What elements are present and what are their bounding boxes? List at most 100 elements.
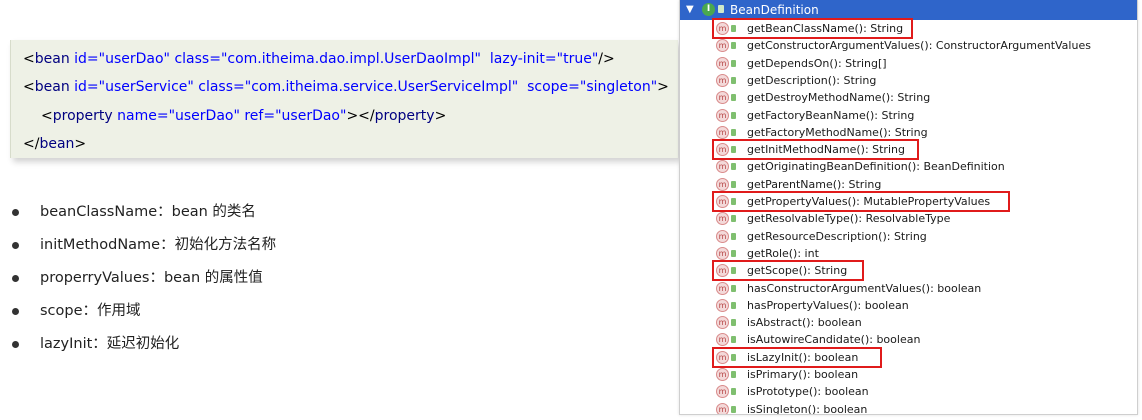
bullet-item: scope：作用域 [12,299,276,332]
public-lock-icon [731,111,736,119]
method-icon: m [716,246,729,260]
method-icon: m [716,316,729,330]
method-icon: m [716,125,729,139]
public-lock-icon [731,319,736,327]
bullet-item: beanClassName：bean 的类名 [12,200,276,233]
code-attr: ref= [244,108,276,124]
code-punct: > [74,136,87,152]
highlight-box [712,18,913,39]
bullet-item: lazyInit：延迟初始化 [12,332,276,365]
code-punct: < [41,108,53,124]
public-lock-icon [731,232,736,240]
code-line-3: <property name="userDao" ref="userDao"><… [41,108,446,124]
bullet-item: properryValues：bean 的属性值 [12,266,276,299]
bullet-text: scope：作用域 [40,303,141,319]
public-lock-icon [731,128,736,136]
bullet-text: beanClassName：bean 的类名 [40,204,256,220]
code-line-4: </bean> [23,136,86,152]
bullet-text: lazyInit：延迟初始化 [40,336,180,352]
code-attr: id= [74,51,99,67]
xml-code-block: <bean id="userDao" class="com.itheima.da… [10,40,678,158]
code-attr: id= [74,79,99,95]
method-signature: getDescription(): String [747,73,877,87]
code-attr: class= [174,51,221,67]
panel-header-row[interactable]: ▼ I BeanDefinition [680,0,1137,20]
public-lock-icon [718,5,724,13]
code-value: "singleton" [579,79,658,95]
method-signature: hasConstructorArgumentValues(): boolean [747,281,982,295]
code-punct: </ [23,136,40,152]
chevron-down-icon[interactable]: ▼ [686,0,694,20]
public-lock-icon [731,59,736,67]
structure-panel: ▼ I BeanDefinition m getBeanClassName(): … [679,0,1138,415]
public-lock-icon [731,388,736,396]
code-value: "true" [556,51,599,67]
bullet-dot-icon [12,308,19,315]
code-value: "userService" [98,79,194,95]
bullet-dot-icon [12,275,19,282]
code-attr: scope= [527,79,580,95]
code-line-1: <bean id="userDao" class="com.itheima.da… [23,51,615,67]
method-signature: hasPropertyValues(): boolean [747,298,909,312]
method-icon: m [716,160,729,174]
public-lock-icon [731,301,736,309]
code-value: "userDao" [168,108,240,124]
bullet-dot-icon [12,341,19,348]
public-lock-icon [731,405,736,413]
method-signature: isPrototype(): boolean [747,385,869,399]
method-icon: m [716,298,729,312]
code-value: "userDao" [98,51,170,67]
highlight-box [712,191,1010,212]
method-signature: getDestroyMethodName(): String [747,91,931,105]
code-line-2: <bean id="userService" class="com.itheim… [23,79,669,95]
method-signature: getFactoryBeanName(): String [747,108,915,122]
public-lock-icon [731,249,736,257]
code-value: "com.itheima.service.UserServiceImpl" [244,79,519,95]
method-icon: m [716,56,729,70]
public-lock-icon [731,163,736,171]
code-attr: class= [198,79,245,95]
method-signature: getConstructorArgumentValues(): Construc… [747,39,1091,53]
code-punct: < [23,79,35,95]
code-tag: bean [39,136,75,152]
public-lock-icon [731,180,736,188]
method-icon: m [716,73,729,87]
highlight-box [712,346,882,368]
method-signature: getResourceDescription(): String [747,229,927,243]
method-icon: m [716,91,729,105]
bullet-dot-icon [12,209,19,216]
code-tag: bean [34,51,70,67]
method-icon: m [716,281,729,295]
highlight-box [712,260,864,282]
method-icon: m [716,333,729,347]
panel-header-title: BeanDefinition [730,3,819,17]
code-punct: < [23,51,35,67]
method-icon: m [716,108,729,122]
code-value: "com.itheima.dao.impl.UserDaoImpl" [220,51,481,67]
method-icon: m [716,229,729,243]
public-lock-icon [731,42,736,50]
method-signature: getResolvableType(): ResolvableType [747,212,951,226]
code-punct: > [657,79,669,95]
public-lock-icon [731,371,736,378]
highlight-box [712,139,919,161]
method-signature: isSingleton(): boolean [747,402,868,415]
public-lock-icon [731,336,736,344]
code-punct: ></ [346,108,375,124]
method-signature: getDependsOn(): String[] [747,56,887,70]
code-punct: /> [598,51,615,67]
code-tag: bean [34,79,70,95]
bullet-item: initMethodName：初始化方法名称 [12,233,276,266]
method-signature: getOriginatingBeanDefinition(): BeanDefi… [747,160,1005,174]
public-lock-icon [731,215,736,223]
method-icon: m [716,39,729,53]
method-icon: m [716,212,729,226]
code-value: "userDao" [275,108,347,124]
code-tag: property [374,108,435,124]
code-punct: > [434,108,447,124]
public-lock-icon [731,76,736,84]
bullet-text: initMethodName：初始化方法名称 [40,237,277,253]
bullet-text: properryValues：bean 的属性值 [40,270,263,286]
code-attr: name= [117,108,169,124]
method-signature: isAbstract(): boolean [747,316,862,330]
